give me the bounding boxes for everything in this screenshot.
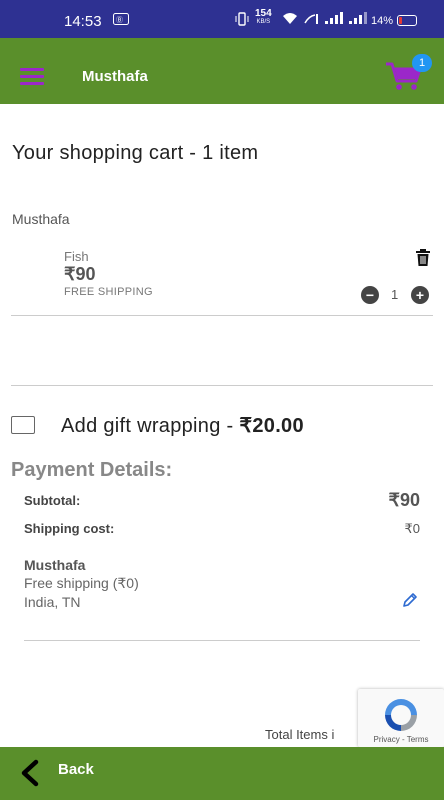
status-bar: 14:53 Ⓑ 154 KB/S 14% [0,0,444,38]
app-notification-icon: Ⓑ [113,13,129,28]
recaptcha-badge[interactable]: Privacy - Terms [358,689,444,747]
back-button[interactable]: Back [58,761,94,778]
gift-wrapping-label[interactable]: Add gift wrapping - ₹20.00 [61,413,304,438]
shipping-cost-label: Shipping cost: [24,521,115,536]
subtotal-value: ₹90 [388,490,420,510]
network-speed-value: 154 [255,8,272,19]
gift-wrapping-checkbox[interactable] [11,416,35,434]
seller-name: Musthafa [12,211,70,227]
svg-text:Ⓑ: Ⓑ [116,16,123,24]
battery-icon [397,15,417,26]
address-name: Musthafa [24,557,86,573]
quantity-increase-button[interactable]: + [411,286,429,304]
bottom-bar: Back [0,747,444,800]
divider [11,385,433,386]
shipping-cost-value: ₹0 [404,521,420,536]
gift-wrapping-text: Add gift wrapping - [61,415,240,437]
gift-wrapping-price: ₹20.00 [239,415,304,437]
store-name: Musthafa [82,68,148,85]
signal-1-icon [303,12,321,28]
cart-title: Your shopping cart - 1 item [12,142,259,164]
subtotal-label: Subtotal: [24,493,81,508]
item-shipping: FREE SHIPPING [64,286,153,298]
network-speed: 154 KB/S [255,9,272,27]
trash-icon[interactable] [415,249,431,272]
signal-3-icon [348,12,368,28]
cart-count-badge: 1 [412,54,432,72]
vibrate-icon [235,12,249,29]
edit-pencil-icon[interactable] [402,592,418,613]
item-price: ₹90 [64,264,96,284]
wifi-icon [282,12,298,28]
item-name: Fish [64,249,89,264]
battery-percent: 14% [371,15,394,27]
recaptcha-icon [379,695,423,740]
status-time: 14:53 [64,13,102,30]
quantity-decrease-button[interactable]: − [361,286,379,304]
signal-2-icon [324,12,344,28]
app-bar: Musthafa [0,38,444,104]
address-location: India, TN [24,594,81,610]
quantity-value: 1 [391,287,399,302]
network-speed-unit: KB/S [256,19,271,25]
divider [24,640,420,641]
recaptcha-links: Privacy - Terms [373,735,429,744]
total-items-text: Total Items i [265,727,335,742]
payment-details-title: Payment Details: [11,459,173,481]
divider [11,315,433,316]
back-arrow-icon[interactable] [18,759,42,792]
shipping-method: Free shipping (₹0) [24,575,139,591]
menu-icon[interactable] [20,68,44,86]
